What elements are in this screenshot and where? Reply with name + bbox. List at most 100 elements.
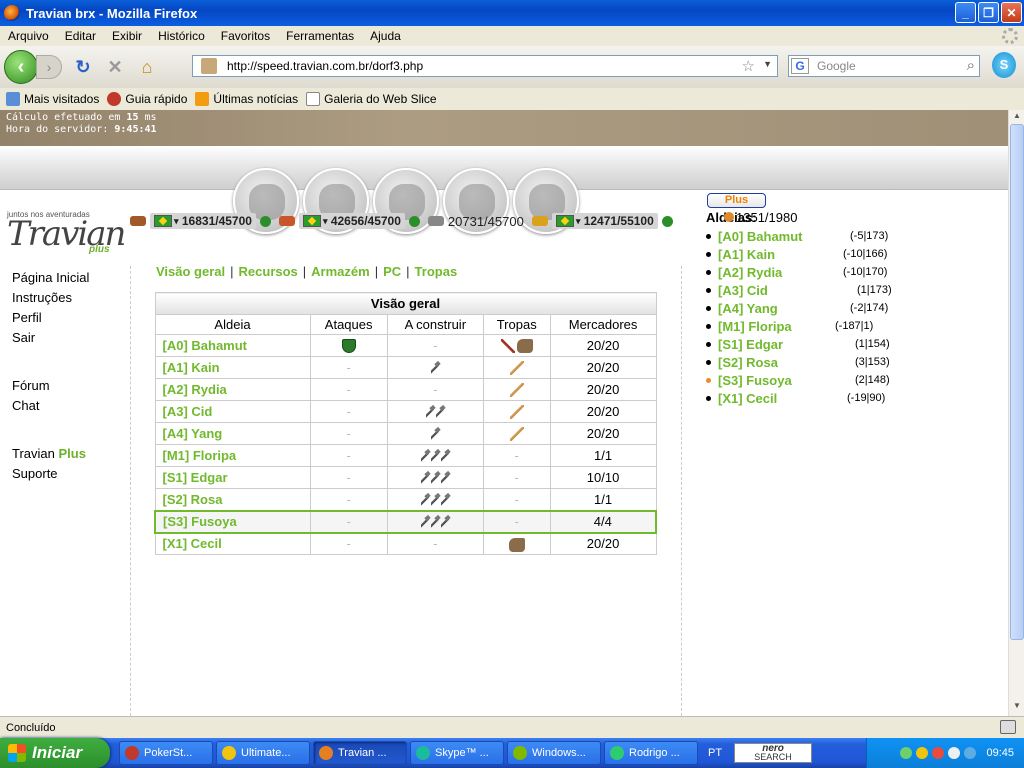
- nav-travian-plus[interactable]: Travian Plus: [12, 444, 89, 464]
- menu-editar[interactable]: Editar: [57, 29, 104, 43]
- search-icon[interactable]: ⌕: [967, 57, 975, 74]
- construction-hammer-icon[interactable]: [441, 472, 450, 486]
- village-name-link[interactable]: [A0] Bahamut: [154, 334, 311, 357]
- village-name-link[interactable]: [A2] Rydia: [154, 378, 311, 401]
- village-list-item[interactable]: [X1] Cecil (-19|90): [706, 389, 885, 407]
- nav-perfil[interactable]: Perfil: [12, 308, 89, 328]
- restore-button[interactable]: ❐: [978, 2, 999, 23]
- tray-icon[interactable]: [932, 747, 945, 759]
- village-list-item[interactable]: [A1] Kain (-10|166): [706, 245, 887, 263]
- scrollbar-thumb[interactable]: [1010, 124, 1024, 640]
- village-name-link[interactable]: [S1] Edgar: [154, 466, 311, 489]
- menu-ferramentas[interactable]: Ferramentas: [278, 29, 362, 43]
- start-button[interactable]: Iniciar: [0, 738, 110, 768]
- bookmark-guia-rapido[interactable]: Guia rápido: [107, 92, 187, 106]
- construction-hammer-icon[interactable]: [421, 472, 430, 486]
- url-dropdown-icon[interactable]: ▼: [763, 59, 772, 69]
- village-link[interactable]: [A0] Bahamut: [718, 229, 803, 244]
- construction-hammer-icon[interactable]: [421, 493, 430, 507]
- tab-visao-geral[interactable]: Visão geral: [156, 264, 225, 279]
- troop-sword-icon[interactable]: [509, 427, 524, 442]
- nav-suporte[interactable]: Suporte: [12, 464, 89, 484]
- menu-exibir[interactable]: Exibir: [104, 29, 150, 43]
- plus-button[interactable]: Plus: [707, 193, 766, 208]
- village-list-item[interactable]: [A3] Cid (1|173): [706, 281, 892, 299]
- bookmark-ultimas-noticias[interactable]: Últimas notícias: [195, 92, 298, 106]
- tab-pc[interactable]: PC: [383, 264, 401, 279]
- bookmark-star-icon[interactable]: ☆: [742, 57, 755, 75]
- cavalry-icon[interactable]: [508, 537, 525, 552]
- village-name-link[interactable]: [A1] Kain: [154, 356, 311, 379]
- travian-logo[interactable]: juntos nos aventuradas Travian plus: [7, 210, 126, 260]
- status-addon-icon[interactable]: [1000, 720, 1016, 734]
- close-button[interactable]: ✕: [1001, 2, 1022, 23]
- village-name-link[interactable]: [X1] Cecil: [154, 532, 311, 555]
- village-name-link[interactable]: [A4] Yang: [154, 422, 311, 445]
- reload-icon[interactable]: ↻: [72, 56, 94, 78]
- troop-sword-icon[interactable]: [509, 405, 524, 420]
- nav-pagina-inicial[interactable]: Página Inicial: [12, 268, 89, 288]
- village-link[interactable]: [A1] Kain: [718, 247, 775, 262]
- taskbar-button[interactable]: PokerSt...: [119, 741, 213, 765]
- url-bar[interactable]: http://speed.travian.com.br/dorf3.php ☆ …: [192, 55, 778, 77]
- construction-hammer-icon[interactable]: [436, 406, 445, 420]
- brazil-flag-icon[interactable]: [302, 215, 321, 227]
- village-name-link[interactable]: [A3] Cid: [154, 400, 311, 423]
- village-list-item[interactable]: [A0] Bahamut (-5|173): [706, 227, 888, 245]
- village-list-item[interactable]: [S3] Fusoya (2|148): [706, 371, 890, 389]
- menu-ajuda[interactable]: Ajuda: [362, 29, 409, 43]
- taskbar-button[interactable]: Skype™ ...: [410, 741, 504, 765]
- troop-sword-icon[interactable]: [500, 339, 515, 354]
- village-name-link[interactable]: [M1] Floripa: [154, 444, 311, 467]
- construction-hammer-icon[interactable]: [441, 493, 450, 507]
- minimize-button[interactable]: _: [955, 2, 976, 23]
- village-link[interactable]: [A3] Cid: [718, 283, 768, 298]
- language-indicator[interactable]: PT: [708, 747, 722, 759]
- construction-hammer-icon[interactable]: [431, 428, 440, 442]
- incoming-attack-icon[interactable]: [341, 339, 356, 354]
- back-button[interactable]: ‹: [4, 50, 38, 84]
- volume-icon[interactable]: [948, 747, 961, 759]
- tray-icon[interactable]: [900, 747, 913, 759]
- menu-favoritos[interactable]: Favoritos: [213, 29, 278, 43]
- village-link[interactable]: [X1] Cecil: [718, 391, 777, 406]
- bookmark-mais-visitados[interactable]: Mais visitados: [6, 92, 99, 106]
- construction-hammer-icon[interactable]: [441, 516, 450, 530]
- bookmark-galeria-web-slice[interactable]: Galeria do Web Slice: [306, 92, 437, 106]
- village-link[interactable]: [A2] Rydia: [718, 265, 782, 280]
- taskbar-button[interactable]: Rodrigo ...: [604, 741, 698, 765]
- village-name-link[interactable]: [S2] Rosa: [154, 488, 311, 511]
- tray-icon[interactable]: [916, 747, 929, 759]
- taskbar-button[interactable]: Travian ...: [313, 741, 407, 765]
- village-list-item[interactable]: [A2] Rydia (-10|170): [706, 263, 887, 281]
- vertical-scrollbar[interactable]: ▲ ▼: [1008, 110, 1024, 716]
- nero-search-box[interactable]: nero SEARCH: [734, 743, 813, 763]
- construction-hammer-icon[interactable]: [421, 516, 430, 530]
- construction-hammer-icon[interactable]: [431, 362, 440, 376]
- tab-recursos[interactable]: Recursos: [239, 264, 298, 279]
- scroll-up-icon[interactable]: ▲: [1011, 111, 1023, 125]
- construction-hammer-icon[interactable]: [441, 450, 450, 464]
- village-list-item[interactable]: [S1] Edgar (1|154): [706, 335, 890, 353]
- skype-icon[interactable]: S: [992, 52, 1016, 78]
- construction-hammer-icon[interactable]: [431, 493, 440, 507]
- village-list-item[interactable]: [M1] Floripa (-187|1): [706, 317, 873, 335]
- village-link[interactable]: [A4] Yang: [718, 301, 778, 316]
- npc-trade-icon[interactable]: [661, 215, 673, 227]
- nav-sair[interactable]: Sair: [12, 328, 89, 348]
- taskbar-button[interactable]: Ultimate...: [216, 741, 310, 765]
- brazil-flag-icon[interactable]: [555, 215, 574, 227]
- scroll-down-icon[interactable]: ▼: [1011, 701, 1023, 715]
- village-list-item[interactable]: [A4] Yang (-2|174): [706, 299, 888, 317]
- home-icon[interactable]: ⌂: [136, 56, 158, 78]
- network-icon[interactable]: [964, 747, 977, 759]
- forward-button[interactable]: ›: [36, 55, 62, 79]
- npc-trade-icon[interactable]: [259, 215, 271, 227]
- brazil-flag-icon[interactable]: [154, 215, 172, 227]
- construction-hammer-icon[interactable]: [431, 516, 440, 530]
- village-name-link[interactable]: [S3] Fusoya: [154, 509, 311, 534]
- menu-arquivo[interactable]: Arquivo: [0, 29, 57, 43]
- village-list-item[interactable]: [S2] Rosa (3|153): [706, 353, 890, 371]
- construction-hammer-icon[interactable]: [431, 472, 440, 486]
- tab-armazem[interactable]: Armazém: [311, 264, 370, 279]
